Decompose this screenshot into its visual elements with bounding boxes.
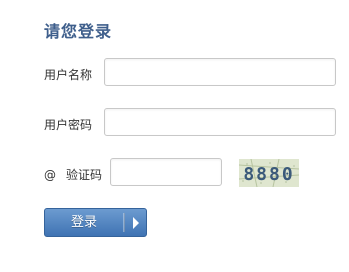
password-label: 用户密码 <box>44 118 93 132</box>
login-button-label: 登录 <box>70 215 97 230</box>
captcha-label-group: @ 验证码 <box>44 166 102 183</box>
button-divider <box>123 213 125 232</box>
captcha-image[interactable]: 8880 <box>239 159 299 187</box>
captcha-code: 8880 <box>243 164 294 185</box>
arrow-right-icon <box>133 217 139 229</box>
password-input[interactable] <box>104 108 336 136</box>
page-title: 请您登录 <box>44 22 113 41</box>
username-label: 用户名称 <box>44 68 93 82</box>
captcha-input[interactable] <box>110 158 222 186</box>
login-button[interactable]: 登录 <box>44 208 147 237</box>
captcha-prefix-icon: @ <box>44 168 56 182</box>
username-input[interactable] <box>104 58 336 86</box>
captcha-label: 验证码 <box>66 168 103 182</box>
login-panel: 请您登录 用户名称 用户密码 @ 验证码 8880 登录 <box>0 0 349 272</box>
